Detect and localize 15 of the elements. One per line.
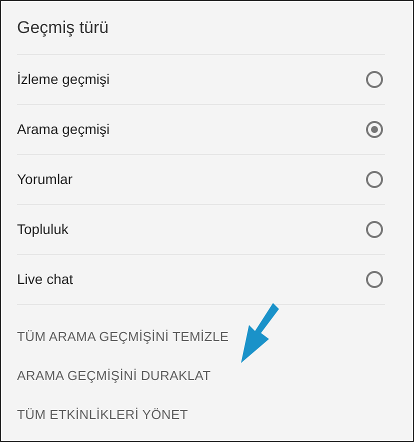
radio-button[interactable] xyxy=(366,221,383,238)
radio-button[interactable] xyxy=(366,271,383,288)
option-label: İzleme geçmişi xyxy=(17,70,110,89)
action-link[interactable]: TÜM ARAMA GEÇMİŞİNİ TEMİZLE xyxy=(17,326,229,346)
option-label: Topluluk xyxy=(17,220,68,239)
radio-button[interactable] xyxy=(366,171,383,188)
radio-button[interactable] xyxy=(366,121,383,138)
option-label: Arama geçmişi xyxy=(17,120,110,139)
option-label: Yorumlar xyxy=(17,170,73,189)
option-label: Live chat xyxy=(17,270,74,289)
arrow-icon xyxy=(241,303,281,363)
section-title: Geçmiş türü xyxy=(17,16,109,39)
action-link[interactable]: TÜM ETKİNLİKLERİ YÖNET xyxy=(17,404,188,424)
radio-button[interactable] xyxy=(366,71,383,88)
action-link[interactable]: ARAMA GEÇMİŞİNİ DURAKLAT xyxy=(17,366,211,386)
